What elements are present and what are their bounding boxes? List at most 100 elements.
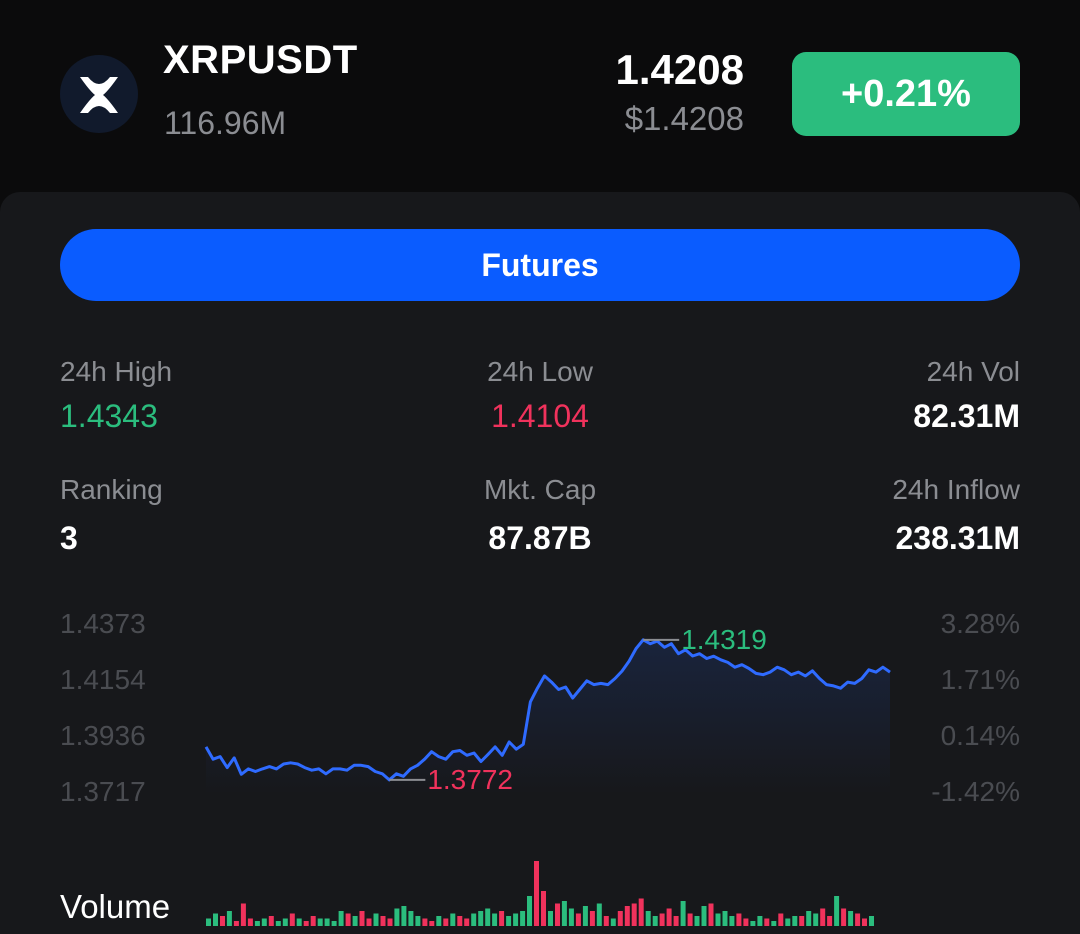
volume-bar: [338, 911, 344, 926]
volume-bar: [645, 911, 651, 926]
volume-bar: [659, 913, 665, 926]
price-area-fill: [206, 639, 890, 794]
volume-bar: [436, 916, 442, 926]
volume-bar: [862, 918, 867, 926]
volume-bar: [240, 903, 246, 926]
volume-bar: [757, 916, 763, 926]
volume-bar: [415, 916, 421, 926]
volume-bar: [499, 911, 505, 926]
volume-bar: [261, 918, 267, 926]
volume-bar: [534, 861, 539, 926]
volume-bar: [694, 916, 700, 926]
volume-bar: [485, 908, 491, 926]
volume-bar: [310, 916, 316, 926]
volume-label: Volume: [60, 888, 171, 925]
volume-bar: [736, 913, 742, 926]
volume-bar: [610, 918, 616, 926]
volume-bar: [506, 916, 512, 926]
volume-bar: [743, 918, 749, 926]
volume-bar: [275, 921, 281, 926]
volume-bar: [268, 916, 274, 926]
volume-bar: [457, 916, 463, 926]
volume-bar: [282, 918, 288, 926]
volume-bar: [345, 913, 351, 926]
volume-bar: [226, 911, 232, 926]
volume-bar: [764, 918, 770, 926]
volume-bar: [687, 913, 693, 926]
volume-bar: [387, 918, 393, 926]
volume-bar: [701, 906, 707, 926]
volume-bar: [380, 916, 386, 926]
volume-bar: [778, 913, 784, 926]
volume-bar: [254, 921, 260, 926]
volume-bar: [771, 921, 777, 926]
volume-bar: [617, 911, 623, 926]
volume-bar: [827, 916, 833, 926]
volume-bar: [206, 918, 211, 926]
volume-bar: [527, 896, 532, 926]
volume-bar: [624, 906, 630, 926]
volume-bar: [813, 913, 819, 926]
volume-bar: [561, 901, 567, 926]
volume-bar: [596, 903, 602, 926]
price-chart[interactable]: [0, 0, 1080, 934]
volume-bar: [589, 911, 595, 926]
volume-bar: [568, 908, 574, 926]
volume-bar: [722, 911, 728, 926]
volume-bar: [548, 911, 553, 926]
volume-bar: [373, 913, 379, 926]
volume-bar: [820, 908, 826, 926]
volume-bar: [492, 913, 498, 926]
volume-bar: [401, 906, 407, 926]
volume-bar: [715, 913, 721, 926]
volume-bar: [652, 916, 658, 926]
volume-bar: [869, 916, 874, 926]
max-price-label: 1.4319: [681, 623, 767, 655]
volume-bar: [317, 918, 323, 926]
volume-bar: [631, 903, 637, 926]
volume-bar: [603, 916, 609, 926]
volume-bar: [792, 916, 798, 926]
volume-bar: [394, 908, 400, 926]
volume-bar: [785, 918, 791, 926]
volume-bar: [729, 916, 735, 926]
volume-bar: [450, 913, 456, 926]
volume-bar: [429, 921, 435, 926]
volume-bar: [541, 891, 546, 926]
volume-bar: [575, 913, 581, 926]
volume-bar: [708, 903, 714, 926]
volume-bar: [213, 913, 218, 926]
volume-bar: [555, 903, 560, 926]
volume-bar: [408, 911, 414, 926]
volume-bar: [366, 918, 372, 926]
volume-bar: [471, 913, 477, 926]
volume-bar: [582, 906, 588, 926]
volume-bar: [233, 921, 239, 926]
volume-bar: [841, 908, 847, 926]
volume-bar: [247, 918, 253, 926]
volume-bar: [359, 911, 365, 926]
volume-bar: [520, 911, 526, 926]
volume-bar: [220, 916, 225, 926]
volume-bar: [289, 913, 295, 926]
volume-bar: [848, 911, 854, 926]
volume-bar: [352, 916, 358, 926]
volume-bar: [638, 898, 644, 926]
volume-bar: [422, 918, 428, 926]
volume-bar: [799, 916, 805, 926]
volume-bar: [806, 911, 812, 926]
volume-bar: [750, 921, 756, 926]
volume-bar: [478, 911, 484, 926]
volume-bar: [680, 901, 686, 926]
volume-bar: [834, 896, 840, 926]
volume-bar: [296, 918, 302, 926]
volume-bar: [331, 921, 337, 926]
min-price-label: 1.3772: [427, 763, 513, 795]
volume-bar: [855, 913, 861, 926]
volume-bar: [324, 918, 330, 926]
volume-bar: [464, 918, 470, 926]
volume-bar: [666, 908, 672, 926]
volume-bar: [443, 918, 449, 926]
volume-bar: [303, 921, 309, 926]
volume-bar: [673, 916, 679, 926]
